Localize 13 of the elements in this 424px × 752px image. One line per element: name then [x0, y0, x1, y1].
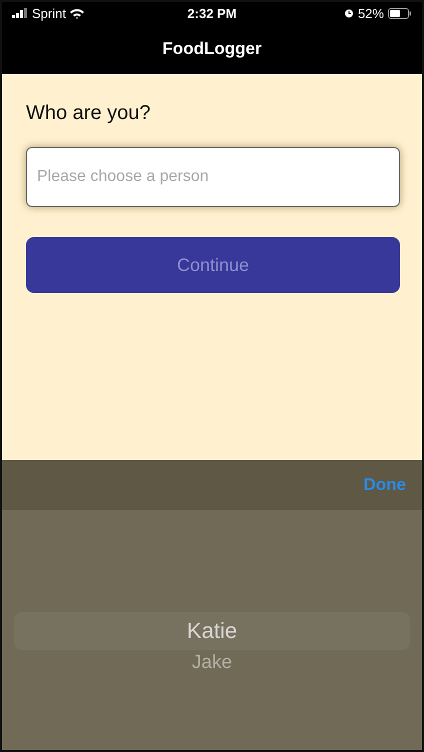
signal-icon [12, 8, 28, 18]
status-time: 2:32 PM [187, 6, 237, 20]
question-heading: Who are you? [26, 102, 151, 125]
done-button[interactable]: Done [364, 475, 406, 495]
battery-icon [388, 8, 412, 18]
picker-option[interactable]: Jake [192, 650, 232, 676]
app-title: FoodLogger [162, 39, 262, 59]
battery-percent: 52% [358, 6, 384, 20]
person-field[interactable]: Please choose a person [26, 147, 400, 207]
picker-option[interactable]: Katie [14, 612, 410, 650]
alarm-icon [344, 8, 354, 18]
wifi-icon [70, 8, 84, 18]
carrier-name: Sprint [32, 6, 66, 20]
